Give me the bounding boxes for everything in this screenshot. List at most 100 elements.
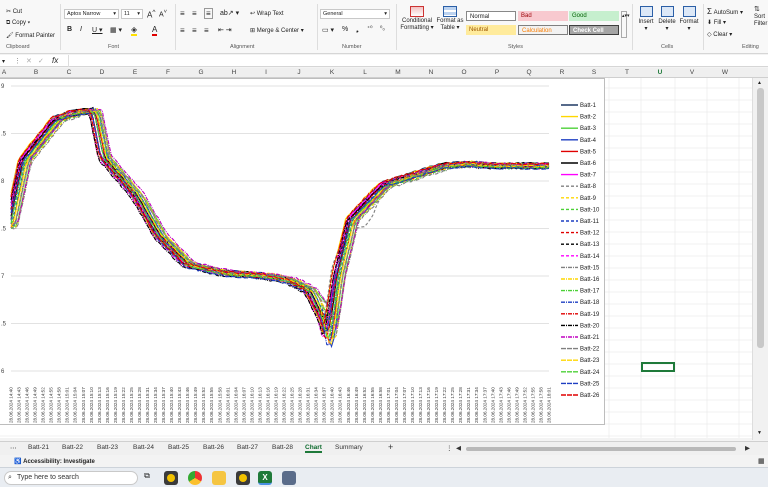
fill-button[interactable]: ⬇ Fill ▾ — [707, 19, 726, 26]
insert-cells-button[interactable]: Insert ▾ — [637, 6, 655, 32]
more-icon[interactable]: ⋮ — [446, 444, 453, 452]
vertical-scrollbar[interactable]: ▲ ▼ — [752, 78, 768, 440]
task-view-icon[interactable]: ⧉ — [140, 471, 154, 485]
decrease-decimal-icon[interactable]: ⁰₀ — [380, 25, 385, 32]
sheet-tab-batt-23[interactable]: Batt-23 — [97, 444, 118, 451]
cancel-icon[interactable]: ✕ — [26, 57, 32, 65]
sheet-tab-batt-21[interactable]: Batt-21 — [28, 444, 49, 451]
indent-icon[interactable]: ⇤ ⇥ — [218, 26, 232, 34]
orientation-icon[interactable]: ab↗ ▾ — [220, 9, 239, 17]
name-box-chevron-icon[interactable]: ▾ — [2, 58, 5, 65]
excel-icon[interactable]: X — [258, 471, 272, 485]
style-check-cell[interactable]: Check Cell — [569, 25, 619, 35]
format-cells-button[interactable]: Format ▾ — [679, 6, 699, 32]
column-header-M[interactable]: M — [383, 69, 413, 76]
font-color-icon[interactable]: A — [152, 25, 158, 36]
underline-button[interactable]: U ▾ — [92, 26, 103, 34]
accessibility-status[interactable]: ♿ Accessibility: Investigate — [14, 458, 95, 465]
column-header-J[interactable]: J — [284, 69, 314, 76]
column-header-G[interactable]: G — [186, 69, 216, 76]
increase-decimal-icon[interactable]: ⁺⁰ — [367, 25, 373, 32]
column-header-T[interactable]: T — [612, 69, 642, 76]
merge-center-button[interactable]: ⊞ Merge & Center ▾ — [250, 27, 304, 34]
copy-button[interactable]: ⧉ Copy ▾ — [6, 20, 30, 27]
horizontal-scrollbar[interactable] — [466, 447, 736, 451]
autosum-button[interactable]: Σ AutoSum ▾ — [707, 7, 743, 16]
active-cell[interactable] — [641, 362, 675, 372]
column-header-R[interactable]: R — [547, 69, 577, 76]
confirm-icon[interactable]: ✓ — [38, 57, 44, 65]
sheet-tab-chart[interactable]: Chart — [305, 444, 322, 453]
column-header-E[interactable]: E — [120, 69, 150, 76]
more-sheets-icon[interactable]: ⋯ — [10, 444, 17, 452]
align-right-icon[interactable]: ≡ — [204, 26, 209, 35]
chart-area[interactable]: 9.5 8.5 7.5 6 28.06.2024 14:40 28.06.2024 14:… — [0, 78, 605, 425]
column-header-Q[interactable]: Q — [514, 69, 544, 76]
styles-scroll-icon[interactable]: ▴▾▾ — [621, 11, 630, 38]
number-format-select[interactable]: General ▾ — [320, 9, 390, 19]
comma-icon[interactable]: ❟ — [356, 26, 359, 34]
cut-button[interactable]: ✂ Cut — [6, 8, 22, 15]
sheet-tab-batt-24[interactable]: Batt-24 — [133, 444, 154, 451]
currency-icon[interactable]: ▭ ▾ — [322, 26, 334, 34]
wrap-text-button[interactable]: ↩ Wrap Text — [250, 10, 284, 17]
app-icon[interactable] — [164, 471, 178, 485]
column-header-K[interactable]: K — [317, 69, 347, 76]
column-header-A[interactable]: A — [0, 69, 19, 76]
calculator-icon[interactable] — [282, 471, 296, 485]
align-left-icon[interactable]: ≡ — [180, 26, 185, 35]
fill-color-icon[interactable]: ◈ — [131, 25, 138, 36]
style-calculation[interactable]: Calculation — [518, 25, 568, 35]
style-good[interactable]: Good — [569, 11, 619, 21]
sheet-tab-batt-27[interactable]: Batt-27 — [237, 444, 258, 451]
column-header-W[interactable]: W — [710, 69, 740, 76]
align-middle-icon[interactable]: ≡ — [192, 9, 197, 18]
column-header-D[interactable]: D — [87, 69, 117, 76]
align-center-icon[interactable]: ≡ — [192, 26, 197, 35]
format-as-table-button[interactable]: Format as Table ▾ — [435, 6, 465, 32]
column-header-N[interactable]: N — [416, 69, 446, 76]
italic-button[interactable]: I — [80, 26, 82, 33]
percent-icon[interactable]: % — [342, 26, 348, 33]
column-header-F[interactable]: F — [153, 69, 183, 76]
add-sheet-button[interactable]: + — [388, 442, 393, 452]
sheet-tab-batt-22[interactable]: Batt-22 — [62, 444, 83, 451]
align-bottom-icon[interactable]: ≡ — [204, 8, 213, 19]
column-header-I[interactable]: I — [251, 69, 281, 76]
column-header-O[interactable]: O — [449, 69, 479, 76]
column-header-P[interactable]: P — [482, 69, 512, 76]
sort-filter-button[interactable]: ⇅ Sort Filter — [754, 6, 768, 28]
column-header-U[interactable]: U — [645, 69, 675, 76]
scroll-right-icon[interactable]: ▶ — [745, 444, 750, 452]
style-normal[interactable]: Normal — [466, 11, 516, 21]
delete-cells-button[interactable]: Delete ▾ — [657, 6, 677, 32]
clear-button[interactable]: ◇ Clear ▾ — [707, 31, 732, 38]
scroll-up-icon[interactable]: ▲ — [757, 80, 762, 86]
column-header-S[interactable]: S — [579, 69, 609, 76]
scroll-down-icon[interactable]: ▼ — [757, 430, 762, 436]
normal-view-icon[interactable]: ▦ — [758, 457, 765, 465]
format-painter-button[interactable]: 🖌 Format Painter — [6, 32, 55, 39]
conditional-formatting-button[interactable]: Conditional Formatting ▾ — [400, 6, 434, 32]
column-header-L[interactable]: L — [350, 69, 380, 76]
column-header-V[interactable]: V — [677, 69, 707, 76]
insert-function-button[interactable]: fx — [52, 56, 58, 65]
font-size-select[interactable]: 11 ▾ — [121, 9, 143, 19]
file-explorer-icon[interactable] — [212, 471, 226, 485]
app-icon[interactable] — [236, 471, 250, 485]
bold-button[interactable]: B — [67, 26, 72, 33]
column-header-C[interactable]: C — [54, 69, 84, 76]
style-neutral[interactable]: Neutral — [466, 25, 516, 35]
sheet-tab-batt-25[interactable]: Batt-25 — [168, 444, 189, 451]
increase-font-icon[interactable]: A^ — [147, 9, 155, 20]
column-header-H[interactable]: H — [219, 69, 249, 76]
sheet-tab-summary[interactable]: Summary — [335, 444, 363, 451]
sheet-tab-batt-28[interactable]: Batt-28 — [272, 444, 293, 451]
scroll-thumb[interactable] — [757, 88, 764, 348]
decrease-font-icon[interactable]: A˅ — [159, 9, 167, 18]
align-top-icon[interactable]: ≡ — [180, 9, 185, 18]
chrome-icon[interactable] — [188, 471, 202, 485]
scroll-left-icon[interactable]: ◀ — [456, 444, 461, 452]
style-bad[interactable]: Bad — [518, 11, 568, 21]
taskbar-search[interactable]: ⌕ Type here to search — [4, 471, 138, 485]
